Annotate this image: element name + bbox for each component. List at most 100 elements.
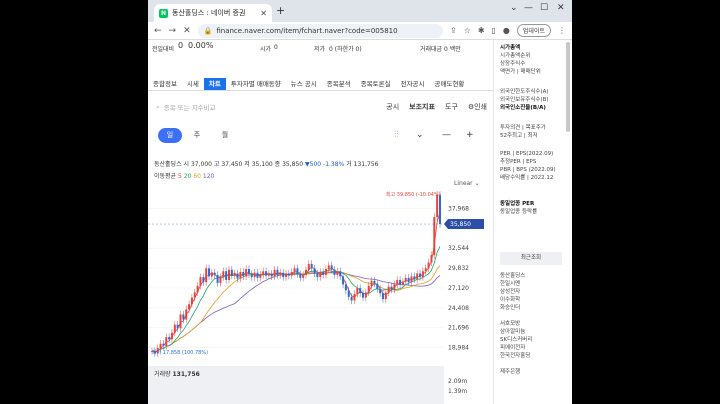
- search-icon: ⌕: [156, 102, 160, 111]
- candle-body: [436, 194, 439, 218]
- subnav-tab[interactable]: 공매도현황: [430, 78, 470, 90]
- volume-tick: 1.39m: [448, 388, 468, 395]
- candle-chart-icon[interactable]: ⫶⫶: [394, 130, 399, 140]
- candle-body: [196, 285, 199, 293]
- subnav-tab[interactable]: 종목토론실: [356, 78, 396, 90]
- recent-item[interactable]: 화승인더: [500, 304, 532, 312]
- recent-item[interactable]: 한일시멘: [500, 280, 532, 288]
- close-window-icon[interactable]: ✕: [557, 3, 565, 13]
- ma-20-line: [151, 246, 441, 353]
- candle-body: [313, 268, 316, 274]
- back-icon[interactable]: ←: [154, 26, 162, 36]
- candle-body: [227, 269, 230, 281]
- market-cap-label: 시가총액: [500, 45, 521, 51]
- period-month[interactable]: 월: [216, 128, 234, 143]
- period-week[interactable]: 주: [188, 128, 206, 143]
- candle-body: [322, 271, 325, 275]
- chevron-down-icon[interactable]: ⌄: [416, 130, 424, 140]
- ma-120[interactable]: 120: [203, 173, 214, 180]
- minimize-icon[interactable]: —: [524, 3, 533, 13]
- close-tab-icon[interactable]: ✕: [260, 9, 267, 18]
- subnav-tab[interactable]: 뉴스 공시: [286, 78, 322, 90]
- print-button[interactable]: ⚙인쇄: [468, 102, 487, 112]
- stop-icon[interactable]: ✕: [183, 26, 191, 36]
- recent-item[interactable]: 서호모방: [500, 320, 532, 328]
- candle-body: [159, 343, 162, 349]
- forward-icon[interactable]: →: [169, 26, 177, 36]
- recent-item[interactable]: 삼아알미늄: [500, 328, 532, 336]
- stock-name: 동산홀딩스: [154, 161, 182, 168]
- candle-body: [381, 293, 384, 300]
- volume-value: 131,756: [353, 161, 379, 168]
- subnav-tab[interactable]: 시세: [182, 78, 204, 90]
- recent-item[interactable]: 한국전자홀딩: [500, 352, 532, 360]
- price-chart[interactable]: 37,968 32,544 29,832 27,120 24,408 21,696 18,9…: [148, 186, 493, 366]
- indicator-button[interactable]: 보조지표: [409, 102, 435, 112]
- zoom-out-icon[interactable]: —: [442, 130, 451, 140]
- open-value: 0: [274, 44, 278, 51]
- notice-button[interactable]: 공시: [386, 102, 399, 112]
- subnav-tab[interactable]: 종합정보: [148, 78, 182, 90]
- subnav-tab[interactable]: 전자공시: [396, 78, 430, 90]
- candle-body: [342, 276, 345, 285]
- ma-60[interactable]: 60: [193, 173, 201, 180]
- tool-button[interactable]: 도구: [445, 102, 458, 112]
- sidepanel-icon[interactable]: ▯: [492, 26, 496, 35]
- url-field[interactable]: 🔒 finance.naver.com/item/fchart.naver?co…: [197, 23, 443, 38]
- new-tab-icon[interactable]: +: [276, 4, 285, 17]
- candle-body: [430, 255, 433, 263]
- y-tick-label: 21,696: [448, 325, 469, 332]
- candle-body: [270, 273, 273, 277]
- extensions-icon[interactable]: ✱: [478, 26, 485, 35]
- subnav-tab[interactable]: 차트: [203, 78, 226, 90]
- candle-body: [307, 263, 310, 270]
- change-value: 0: [178, 41, 184, 50]
- candle-body: [370, 280, 373, 286]
- open-label: 시가: [260, 46, 272, 53]
- y-tick-label: 24,408: [448, 305, 469, 312]
- candle-body: [401, 281, 404, 285]
- candle-body: [267, 273, 270, 276]
- ma-5[interactable]: 5: [178, 173, 182, 180]
- current-price-label: 35,850: [450, 221, 471, 228]
- candle-body: [324, 269, 327, 275]
- sidebar-scrollbar[interactable]: [566, 42, 570, 132]
- update-button[interactable]: 업데이트: [516, 24, 551, 37]
- recent-item[interactable]: 삼성전자: [500, 288, 532, 296]
- recent-item[interactable]: SK디스커버리: [500, 336, 532, 344]
- browser-tab[interactable]: N 동산홀딩스 : 네이버 증권 ✕: [154, 4, 272, 22]
- candle-body: [210, 272, 213, 277]
- candle-body: [253, 272, 256, 278]
- subnav-tab[interactable]: 투자자별 매매동향: [226, 78, 286, 90]
- recent-item[interactable]: 동산홀딩스: [500, 272, 532, 280]
- bookmark-star-icon[interactable]: ☆: [464, 26, 471, 35]
- foreign-info: 외국인한도주식수(A) 외국인보유주식수(B) 외국인소진율(B/A): [500, 88, 549, 112]
- candle-body: [247, 269, 250, 275]
- amount-value: 0 백만: [444, 46, 461, 53]
- compare-search-field[interactable]: ⌕ 종목 또는 지수비교: [156, 102, 216, 113]
- candle-body: [350, 296, 353, 301]
- recent-item[interactable]: 피에이전자: [500, 344, 532, 352]
- tab-bar: N 동산홀딩스 : 네이버 증권 ✕ + ⌄ — ☐ ✕: [148, 0, 572, 22]
- share-icon[interactable]: ⇪: [450, 26, 457, 35]
- candle-body: [239, 271, 242, 279]
- chevron-down-icon[interactable]: ⌄: [510, 3, 518, 13]
- ma-20[interactable]: 20: [184, 173, 192, 180]
- candle-body: [287, 273, 290, 276]
- zoom-in-icon[interactable]: +: [466, 130, 474, 140]
- recent-item[interactable]: 제주은행: [500, 368, 532, 376]
- menu-kebab-icon[interactable]: ⋮: [558, 26, 566, 35]
- stock-subnav: 종합정보 시세 차트 투자자별 매매동향 뉴스 공시 종목분석 종목토론실 전자공시 공매도현황: [148, 78, 493, 91]
- candle-body: [376, 283, 379, 289]
- candle-body: [364, 292, 367, 298]
- period-day[interactable]: 일: [158, 128, 182, 143]
- candle-body: [304, 269, 307, 275]
- candle-body: [316, 273, 319, 278]
- maximize-icon[interactable]: ☐: [540, 3, 548, 13]
- profile-icon[interactable]: ●: [503, 26, 510, 35]
- candle-body: [319, 271, 322, 278]
- recent-item[interactable]: 이수화학: [500, 296, 532, 304]
- candle-body: [427, 262, 430, 269]
- candle-body: [416, 273, 419, 280]
- subnav-tab[interactable]: 종목분석: [322, 78, 356, 90]
